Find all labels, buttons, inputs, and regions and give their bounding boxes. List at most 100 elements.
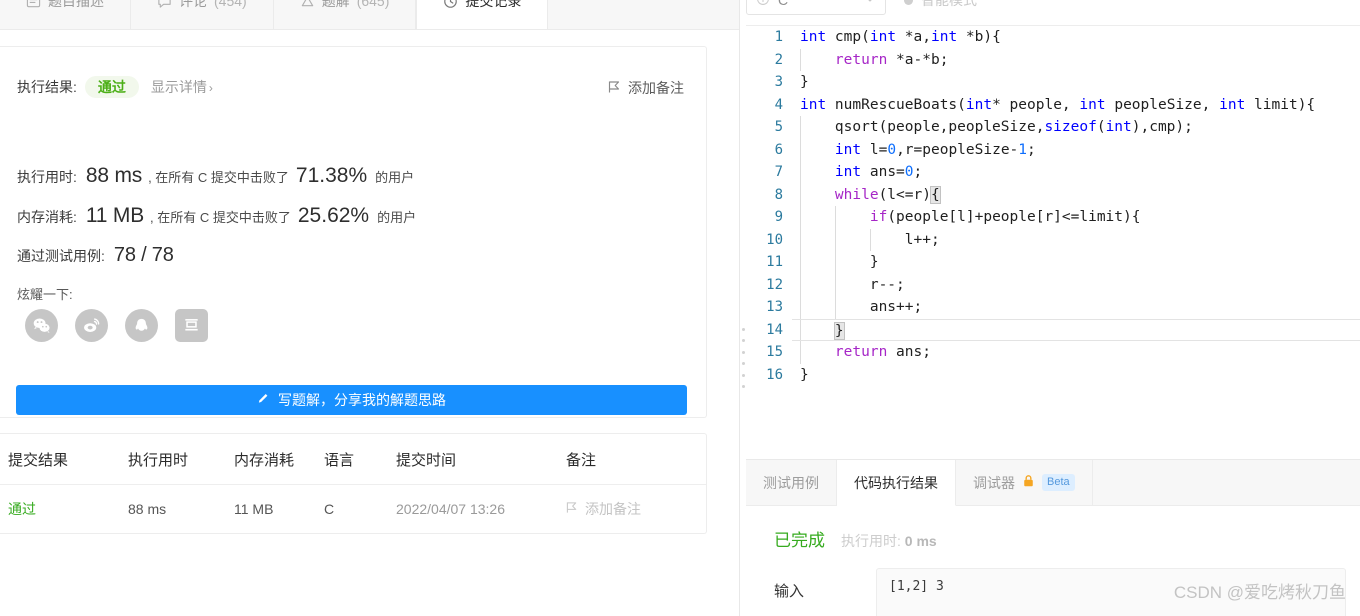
show-detail-link[interactable]: 显示详情 › [151,77,213,97]
grip-dot [741,384,745,388]
line-number: 5 [774,119,783,135]
execution-result-row: 执行结果: 通过 显示详情 › [17,76,213,98]
code-line-text: qsort(people,peopleSize,sizeof(int),cmp)… [792,116,1360,139]
qq-icon[interactable] [125,309,158,342]
add-note-button[interactable]: 添加备注 [608,78,684,98]
table-header-row: 提交结果 执行用时 内存消耗 语言 提交时间 备注 [0,434,706,485]
pencil-icon [257,392,270,408]
cell-result[interactable]: 通过 [8,499,128,519]
language-selector[interactable]: C [746,0,886,15]
tab-testcase[interactable]: 测试用例 [746,460,837,506]
code-line[interactable]: 14 } [746,318,1360,341]
code-token: ans++; [869,299,923,315]
show-detail-label: 显示详情 [150,79,207,95]
runtime-percentile: 71.38% [295,164,368,187]
write-solution-button[interactable]: 写题解，分享我的解题思路 [16,385,687,415]
beta-badge: Beta [1042,473,1075,492]
code-token: limit){ [1245,96,1316,113]
tab-debugger[interactable]: 调试器 Beta [956,460,1093,506]
indent-guide [800,228,801,251]
left-pane: 题目描述 评论 (454) 题解 (645) 提交记录 执行结果: 通过 显示详… [0,0,739,616]
column-header-time: 提交时间 [396,451,457,469]
code-line[interactable]: 12 r--; [746,273,1360,296]
code-token: int [1079,96,1106,113]
smart-mode-toggle[interactable]: 智能模式 [904,0,977,10]
clock-icon [443,0,458,9]
indent-guide [800,138,801,161]
line-number: 13 [766,299,783,315]
line-number: 11 [766,254,783,270]
code-line-text: int cmp(int *a,int *b){ [792,26,1360,49]
code-line[interactable]: 1 int cmp(int *a,int *b){ [746,26,1360,49]
tab-submissions[interactable]: 提交记录 [416,0,549,29]
code-token: return [834,344,888,360]
language-value: C [778,0,789,8]
code-line[interactable]: 16} [746,364,1360,387]
code-token: if [869,209,888,225]
code-token: int [1219,96,1246,113]
code-token: (people[l]+people[r]<=limit){ [887,209,1141,225]
code-line[interactable]: 5 qsort(people,peopleSize,sizeof(int),cm… [746,116,1360,139]
toggle-dot-icon [904,0,913,5]
code-line[interactable]: 4 int numRescueBoats(int* people, int peo… [746,94,1360,117]
code-line[interactable]: 10 l++; [746,228,1360,251]
code-line[interactable]: 15 return ans; [746,341,1360,364]
column-header-memory: 内存消耗 [234,451,295,469]
tab-execution-result[interactable]: 代码执行结果 [837,460,956,506]
console-tabs-filler [1092,460,1360,506]
tab-solutions[interactable]: 题解 (645) [274,0,417,29]
code-line-text: return *a-*b; [792,48,1360,71]
input-value-box[interactable]: [1,2] 3 [876,568,1346,616]
code-token: sizeof [1044,119,1097,135]
execution-runtime-label: 执行用时: [841,533,901,549]
indent-guide [800,161,801,184]
runtime-label: 执行用时: [17,169,77,185]
code-line[interactable]: 2 return *a-*b; [746,48,1360,71]
code-line-text: while(l<=r){ [792,183,1360,206]
code-token: int [1105,119,1132,135]
tab-comments[interactable]: 评论 (454) [131,0,274,29]
tab-label: 题目描述 [48,0,104,9]
grip-dot [741,350,745,354]
line-number: 2 [774,51,783,68]
code-editor[interactable]: 1 int cmp(int *a,int *b){2 return *a-*b; 3… [746,25,1360,457]
code-line[interactable]: 11 } [746,251,1360,274]
tab-description[interactable]: 题目描述 [0,0,131,29]
code-line[interactable]: 7 int ans=0; [746,161,1360,184]
douban-icon[interactable] [175,309,208,342]
code-line-text: return ans; [792,341,1360,364]
code-line[interactable]: 8 while(l<=r){ [746,183,1360,206]
code-line[interactable]: 9 if(people[l]+people[r]<=limit){ [746,206,1360,229]
share-label: 炫耀一下: [17,287,73,302]
execution-status: 已完成 [774,531,825,550]
code-line[interactable]: 13 ans++; [746,296,1360,319]
right-pane: C 智能模式 1 int cmp(int *a,int *b){2 return … [746,0,1360,616]
cell-note[interactable]: 添加备注 [566,499,706,519]
code-token: qsort(people,peopleSize, [834,119,1045,135]
line-number: 7 [774,164,783,180]
weibo-icon[interactable] [75,309,108,342]
code-token: int [834,141,862,158]
line-number: 3 [774,74,783,90]
splitter-grip[interactable] [741,328,745,388]
code-token: int [800,29,827,45]
line-number: 6 [774,141,783,158]
line-number: 1 [774,29,783,45]
memory-middle-text: , 在所有 C 提交中击败了 [150,210,291,225]
code-token: 1 [1018,141,1028,158]
editor-toolbar: C 智能模式 [746,0,1360,24]
wechat-icon[interactable] [25,309,58,342]
execution-result-label: 执行结果: [17,79,77,95]
tab-label: 调试器 [973,474,1015,491]
runtime-stat-row: 执行用时: 88 ms , 在所有 C 提交中击败了 71.38% 的用户 [17,164,414,188]
pane-splitter[interactable] [739,0,745,616]
line-number: 9 [774,209,783,225]
runtime-value: 88 ms [85,164,143,187]
code-line[interactable]: 6 int l=0,r=peopleSize-1; [746,138,1360,161]
indent-guide [835,206,836,229]
execution-runtime-value: 0 ms [904,533,937,549]
table-row[interactable]: 通过 88 ms 11 MB C 2022/04/07 13:26 添加备注 [0,485,706,533]
app-root: 题目描述 评论 (454) 题解 (645) 提交记录 执行结果: 通过 显示详… [0,0,1360,616]
tab-count: (645) [356,0,390,9]
code-line[interactable]: 3} [746,71,1360,94]
